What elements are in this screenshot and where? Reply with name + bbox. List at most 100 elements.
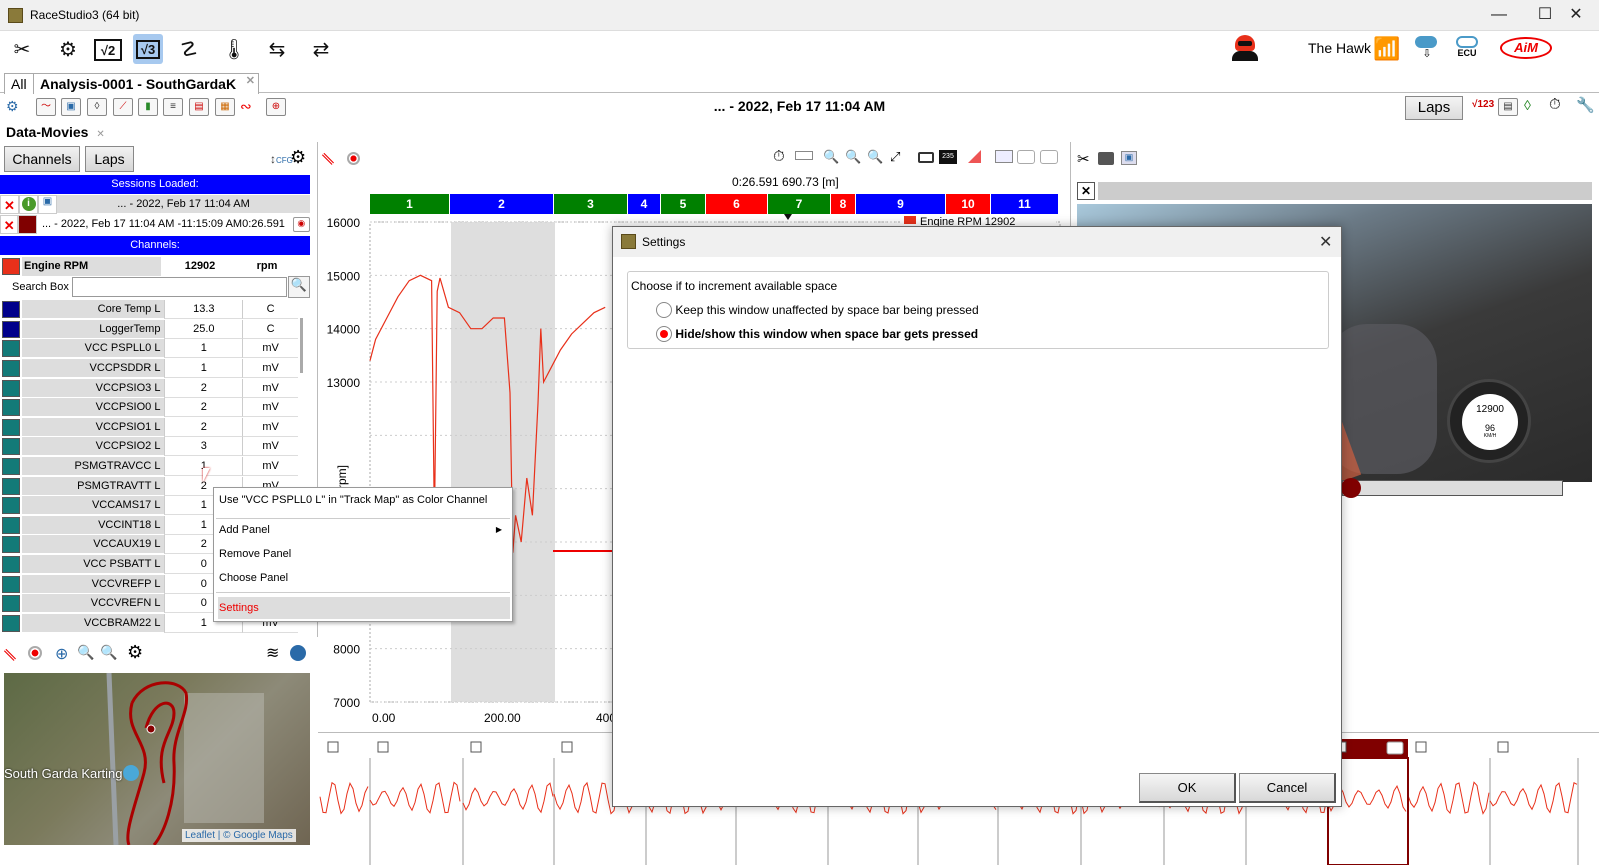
channel-color-swatch[interactable] <box>2 257 20 275</box>
channel-row[interactable]: VCCPSIO0 L 2 mV <box>0 398 298 418</box>
radio-hide-show[interactable] <box>656 326 672 342</box>
track-icon[interactable]: ☡ <box>174 34 204 64</box>
sector-1[interactable]: 1 <box>370 194 450 214</box>
sector-5[interactable]: 5 <box>661 194 706 214</box>
device-gear-icon[interactable]: ⚙ <box>53 34 83 64</box>
snapshot-icon[interactable] <box>1098 152 1114 165</box>
ecu-cloud-icon[interactable]: ECU <box>1453 36 1481 58</box>
user-name[interactable]: The Hawk <box>1308 40 1371 56</box>
tab-all[interactable]: All <box>4 73 34 94</box>
search-icon[interactable]: 🔍 <box>288 276 310 298</box>
analysis-v3-icon[interactable]: √3 <box>133 34 163 64</box>
option-hide-show[interactable]: Hide/show this window when space bar get… <box>656 326 978 342</box>
channel-color-swatch[interactable] <box>2 556 20 574</box>
channels-button[interactable]: Channels <box>4 146 80 172</box>
channel-color-swatch[interactable] <box>2 379 20 397</box>
lap-checkbox[interactable] <box>470 741 482 753</box>
cursor-marker[interactable] <box>784 214 792 220</box>
stopwatch-icon[interactable]: ⏱ <box>1549 96 1561 113</box>
channel-row[interactable]: VCCPSDDR L 1 mV <box>0 359 298 379</box>
eye-icon[interactable]: ◉ <box>292 216 310 232</box>
sector-10[interactable]: 10 <box>946 194 991 214</box>
channel-color-swatch[interactable] <box>2 575 20 593</box>
close-tab-icon[interactable]: ✕ <box>246 74 255 87</box>
sector-4[interactable]: 4 <box>628 194 661 214</box>
channel-row[interactable]: LoggerTemp 25.0 C <box>0 319 298 340</box>
math-channel-icon[interactable]: √123 <box>1472 99 1494 110</box>
lap-checkbox[interactable] <box>327 741 339 753</box>
search-input[interactable] <box>72 277 287 297</box>
channel-list-scrollbar[interactable] <box>300 318 303 373</box>
channel-color-swatch[interactable] <box>2 477 20 495</box>
globe-icon[interactable] <box>290 645 306 661</box>
remove-session-icon[interactable]: ✕ <box>0 194 19 214</box>
satellite-map[interactable]: South Garda Karting Leaflet | © Google M… <box>4 673 310 845</box>
channel-color-swatch[interactable] <box>2 418 20 436</box>
laps-button[interactable]: Laps <box>1405 96 1463 120</box>
sector-7[interactable]: 7 <box>768 194 831 214</box>
minimize-button[interactable]: — <box>1476 0 1522 31</box>
sector-6[interactable]: 6 <box>706 194 768 214</box>
add-connection-icon[interactable]: ⇆ <box>262 34 292 64</box>
close-window-button[interactable]: ✕ <box>1553 0 1599 31</box>
record-icon[interactable] <box>28 646 42 660</box>
menu-item-choose-panel[interactable]: Choose Panel <box>218 567 510 589</box>
radio-keep-unaffected[interactable] <box>656 302 672 318</box>
temperature-icon[interactable]: 🌡 <box>219 34 249 64</box>
sync-lines-icon[interactable]: ∥ <box>319 150 336 167</box>
lap-checkbox[interactable] <box>1497 741 1509 753</box>
menu-item-settings[interactable]: Settings <box>218 597 510 619</box>
sector-8[interactable]: 8 <box>831 194 856 214</box>
settings-wrench-icon[interactable]: ✂ <box>7 34 37 64</box>
channel-color-swatch[interactable] <box>2 497 20 515</box>
video-settings-icon[interactable]: ▣ <box>1121 151 1137 165</box>
channel-color-swatch[interactable] <box>2 614 20 632</box>
ok-button[interactable]: OK <box>1139 773 1236 803</box>
cancel-button[interactable]: Cancel <box>1239 773 1336 803</box>
lap-checkbox[interactable] <box>377 741 389 753</box>
video-session-icon[interactable]: ▣ <box>38 194 57 214</box>
center-icon[interactable]: ⊕ <box>55 644 68 664</box>
selected-channel-row[interactable]: Engine RPM 12902 rpm <box>0 256 310 276</box>
channel-color-swatch[interactable] <box>2 516 20 534</box>
info-icon[interactable]: i <box>19 194 38 214</box>
session-row[interactable]: ✕ i ▣ ... - 2022, Feb 17 11:04 AM <box>0 194 310 214</box>
channel-color-swatch[interactable] <box>2 340 20 358</box>
sector-3[interactable]: 3 <box>554 194 628 214</box>
option-keep-unaffected[interactable]: Keep this window unaffected by space bar… <box>656 302 979 318</box>
channel-row[interactable]: VCCPSIO3 L 2 mV <box>0 378 298 398</box>
menu-item-use-color-channel[interactable]: Use "VCC PSPLL0 L" in "Track Map" as Col… <box>218 489 510 511</box>
sector-11[interactable]: 11 <box>991 194 1059 214</box>
channel-row[interactable]: VCCPSIO1 L 2 mV <box>0 417 298 438</box>
sector-9[interactable]: 9 <box>856 194 946 214</box>
laps-tab-button[interactable]: Laps <box>85 146 134 172</box>
channel-color-swatch[interactable] <box>2 301 20 319</box>
channel-row[interactable]: Core Temp L 13.3 C <box>0 300 298 320</box>
map-attribution[interactable]: Leaflet | © Google Maps <box>182 829 296 842</box>
gear-icon[interactable]: ⚙ <box>290 147 306 168</box>
wrench-icon[interactable]: 🔧 <box>1576 96 1595 114</box>
channel-row[interactable]: VCCPSIO2 L 3 mV <box>0 437 298 457</box>
sync-lines-icon[interactable]: ∥ <box>1 646 18 663</box>
cut-icon[interactable]: ✂ <box>1077 150 1090 168</box>
channel-color-swatch[interactable] <box>2 360 20 378</box>
user-helmet-icon[interactable] <box>1232 35 1258 63</box>
channel-color-swatch[interactable] <box>2 320 20 338</box>
sector-2[interactable]: 2 <box>450 194 554 214</box>
zoom-out-icon[interactable]: 🔍 <box>100 644 117 661</box>
transfer-icon[interactable]: ⇄ <box>306 34 336 64</box>
video-seek-bar[interactable] <box>1342 480 1563 496</box>
session-color-swatch[interactable] <box>18 214 37 234</box>
cloud-download-icon[interactable]: ⇩ <box>1415 36 1439 62</box>
record-icon[interactable] <box>347 152 360 165</box>
menu-item-remove-panel[interactable]: Remove Panel <box>218 543 510 565</box>
dialog-close-button[interactable]: ✕ <box>1319 232 1332 252</box>
channel-row[interactable]: VCC PSPLL0 L 1 mV <box>0 339 298 359</box>
channel-color-swatch[interactable] <box>2 595 20 613</box>
zoom-in-icon[interactable]: 🔍 <box>77 644 94 661</box>
menu-item-add-panel[interactable]: Add Panel ▶ <box>218 519 510 541</box>
close-video-icon[interactable]: ✕ <box>1077 182 1095 200</box>
lap-checkbox[interactable] <box>1415 741 1427 753</box>
channel-row[interactable]: PSMGTRAVCC L 1 mV <box>0 457 298 477</box>
close-panel-icon[interactable]: ✕ <box>96 129 104 140</box>
